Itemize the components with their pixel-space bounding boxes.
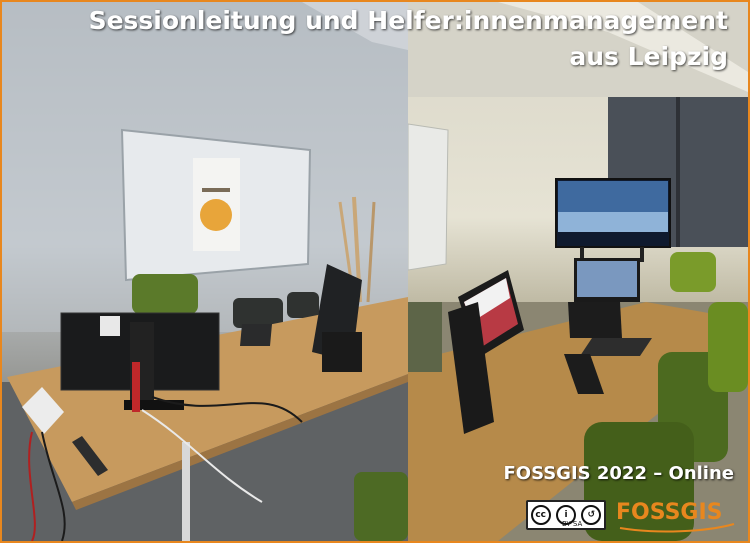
- green-chair: [670, 252, 716, 292]
- right-photo-room: [408, 2, 748, 541]
- laptop: [568, 302, 622, 338]
- license-text: BY SA: [562, 520, 583, 528]
- title-line-2: aus Leipzig: [569, 42, 728, 71]
- right-photo-scene: [408, 2, 748, 541]
- cc-icon: cc: [530, 505, 551, 525]
- cc-license-badge: cc i ↺ BY SA: [526, 500, 606, 530]
- logo-swoosh: [619, 523, 735, 533]
- left-photo-scene: [2, 2, 408, 541]
- event-label: FOSSGIS 2022 – Online: [503, 463, 734, 484]
- fossgis-logo: FOSSGIS: [616, 494, 740, 534]
- green-chair: [132, 274, 198, 314]
- left-photo-room: [2, 2, 408, 541]
- title-line-1: Sessionleitung und Helfer:innenmanagemen…: [88, 6, 728, 35]
- share-alike-icon: ↺: [581, 505, 602, 525]
- poster-circle: [200, 199, 232, 231]
- photo-frame: Sessionleitung und Helfer:innenmanagemen…: [0, 0, 750, 543]
